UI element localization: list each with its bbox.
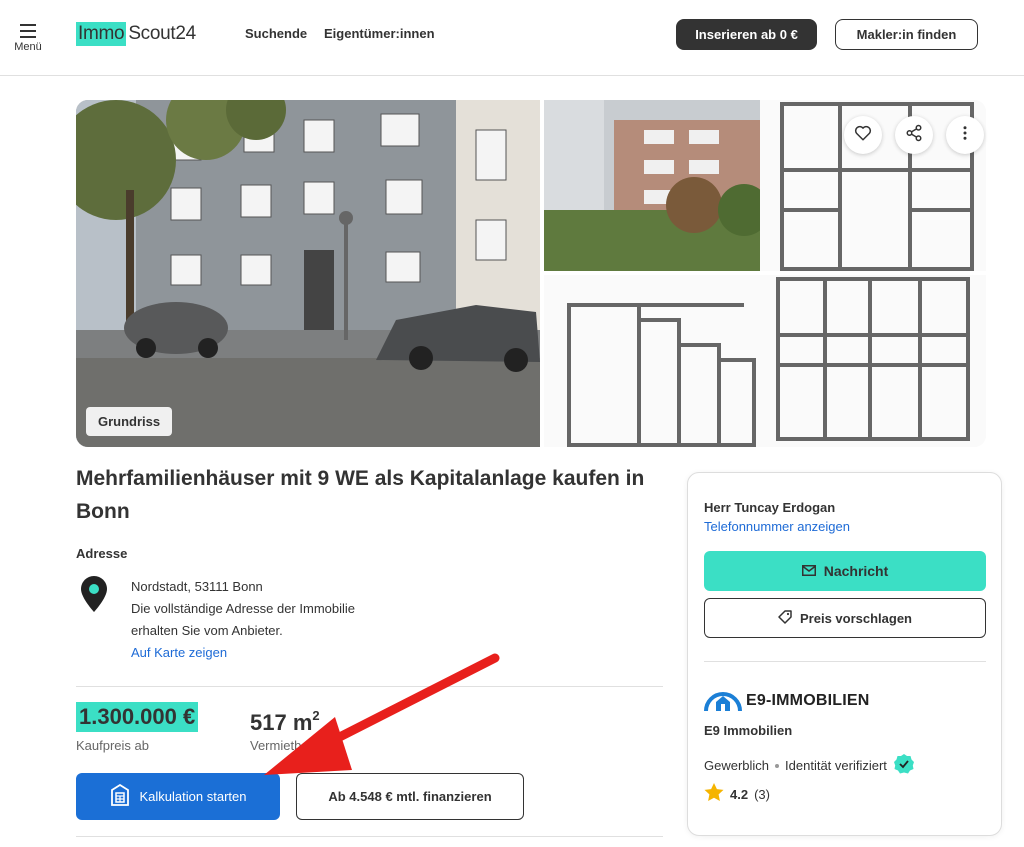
address-block: Nordstadt, 53111 Bonn Die vollständige A… [131, 576, 355, 664]
price-label: Kaufpreis ab [76, 738, 149, 753]
thumb-floorplan-3[interactable] [760, 275, 986, 447]
message-button-label: Nachricht [823, 563, 889, 579]
show-on-map-link[interactable]: Auf Karte zeigen [131, 645, 227, 660]
show-phone-link[interactable]: Telefonnummer anzeigen [704, 519, 850, 534]
company-rating[interactable]: 4.2 (3) [704, 783, 770, 805]
separator-dot [775, 763, 780, 768]
find-agent-button[interactable]: Makler:in finden [835, 19, 978, 50]
suggest-price-button[interactable]: Preis vorschlagen [704, 598, 986, 638]
area-unit-exponent: 2 [312, 708, 320, 723]
star-icon [704, 783, 724, 805]
rating-value: 4.2 [730, 786, 749, 802]
address-note-2: erhalten Sie vom Anbieter. [131, 623, 283, 638]
calculator-building-icon [110, 783, 130, 809]
top-header: Menü Immo Scout24 Suchende Eigentümer:in… [0, 0, 1024, 76]
mail-icon [801, 563, 816, 579]
location-pin-icon [81, 576, 107, 617]
favorite-button[interactable] [844, 116, 882, 154]
area-label: Vermietbare Fl. [250, 738, 339, 753]
address-heading: Adresse [76, 546, 128, 561]
verified-badge-icon [893, 753, 915, 778]
card-divider [704, 661, 986, 662]
area-number: 517 m [250, 710, 313, 735]
nav-suchende[interactable]: Suchende [245, 26, 307, 41]
house-arc-icon [704, 685, 742, 716]
logo-part-immo: Immo [76, 22, 127, 46]
logo-part-scout24: Scout24 [128, 23, 196, 44]
price-value: 1.300.000 € [76, 702, 199, 732]
verified-label: Identität verifiziert [785, 758, 887, 773]
contact-card: Herr Tuncay Erdogan Telefonnummer anzeig… [687, 472, 1002, 836]
thumb-floorplan-2[interactable] [544, 275, 771, 447]
rating-count: (3) [754, 786, 770, 802]
grundriss-tag[interactable]: Grundriss [86, 407, 173, 436]
suggest-price-label: Preis vorschlagen [800, 610, 912, 626]
main-photo[interactable]: Grundriss [76, 100, 540, 447]
thumb-photo-backyard[interactable] [544, 100, 771, 271]
hamburger-icon [20, 24, 36, 38]
menu-label: Menü [14, 41, 42, 53]
start-calculation-button[interactable]: Kalkulation starten [76, 773, 280, 820]
company-type: Gewerblich [704, 758, 770, 773]
photo-gallery: Grundriss [76, 100, 986, 447]
heart-icon [854, 124, 872, 147]
address-note-1: Die vollständige Adresse der Immobilie [131, 601, 355, 616]
nav-eigentuemer[interactable]: Eigentümer:innen [324, 26, 435, 41]
share-icon [905, 124, 923, 147]
company-name: E9 Immobilien [704, 723, 793, 738]
tag-icon [778, 609, 792, 627]
area-value: 517 m2 [250, 702, 320, 737]
logo[interactable]: Immo Scout24 [76, 22, 196, 46]
agent-name: Herr Tuncay Erdogan [704, 500, 836, 515]
divider [76, 836, 663, 837]
start-calculation-label: Kalkulation starten [139, 789, 247, 804]
message-button[interactable]: Nachricht [704, 551, 986, 591]
listing-title: Mehrfamilienhäuser mit 9 WE als Kapitala… [76, 467, 645, 523]
financing-button[interactable]: Ab 4.548 € mtl. finanzieren [296, 773, 524, 820]
company-logo-text: E9-IMMOBILIEN [746, 691, 870, 709]
more-options-button[interactable] [946, 116, 984, 154]
address-line: Nordstadt, 53111 Bonn [131, 579, 263, 594]
more-vertical-icon [956, 124, 974, 147]
company-meta: Gewerblich Identität verifiziert [704, 753, 915, 778]
menu-button[interactable]: Menü [12, 24, 44, 53]
share-button[interactable] [895, 116, 933, 154]
divider [76, 686, 663, 687]
insert-listing-button[interactable]: Inserieren ab 0 € [676, 19, 817, 50]
company-logo[interactable]: E9-IMMOBILIEN [704, 685, 870, 716]
